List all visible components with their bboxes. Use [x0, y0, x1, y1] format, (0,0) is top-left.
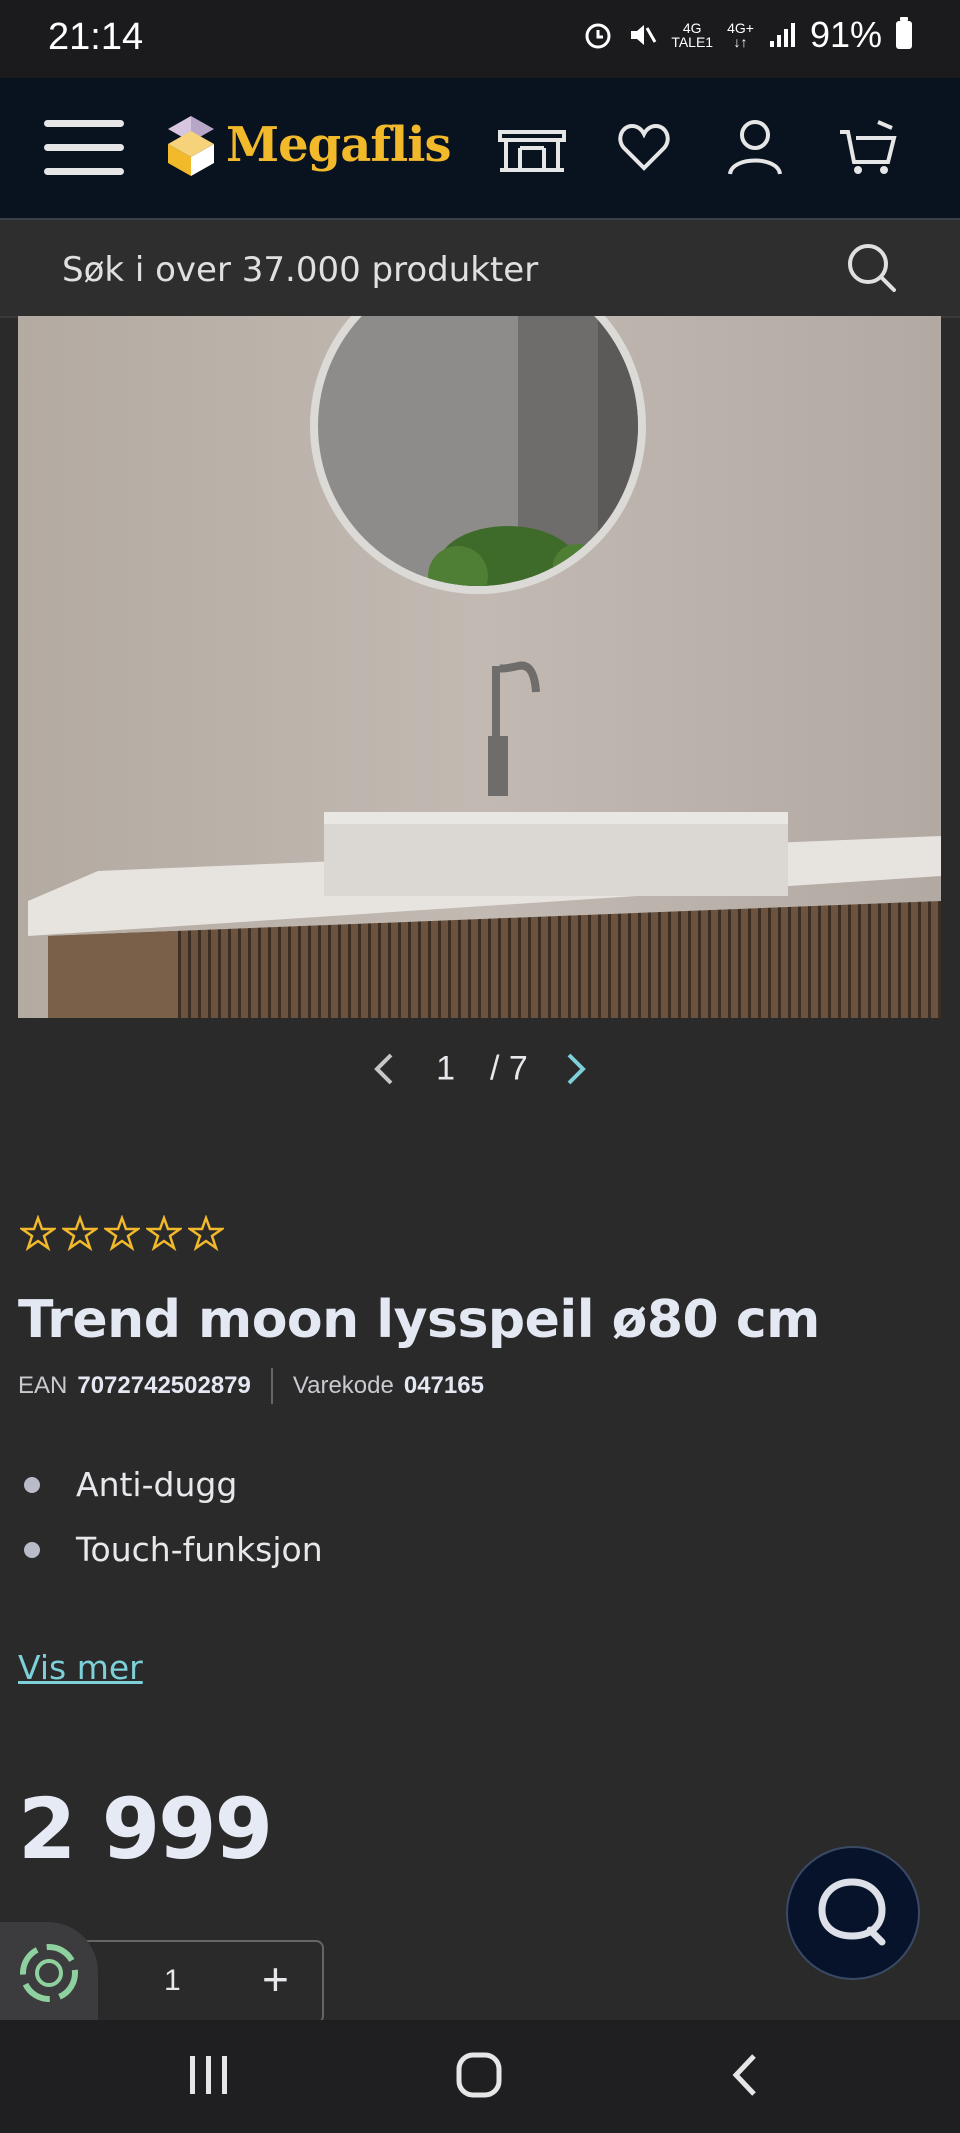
search-icon[interactable]: [844, 240, 900, 296]
feature-text: Touch-funksjon: [76, 1530, 323, 1569]
pager-current: 1: [436, 1049, 456, 1088]
battery-text: 91%: [809, 14, 882, 55]
network-label: 4G: [682, 20, 702, 36]
recycle-icon: [20, 1944, 78, 2002]
gallery-pager: 1 / 7: [0, 1048, 960, 1089]
back-icon[interactable]: [726, 2050, 766, 2100]
battery-icon: [896, 17, 912, 49]
status-bar: 21:14 4G TALE1 4G+ ↓↑ 91%: [0, 0, 960, 78]
eco-badge[interactable]: [0, 1922, 98, 2020]
star-icon: [146, 1215, 182, 1251]
heart-icon[interactable]: [618, 122, 670, 172]
signal-icon: [769, 23, 795, 47]
search-input[interactable]: [60, 244, 824, 296]
status-icons: 4G TALE1 4G+ ↓↑ 91%: [583, 14, 912, 56]
feature-item: Anti-dugg: [18, 1452, 323, 1517]
bullet-icon: [24, 1541, 40, 1558]
quantity-stepper[interactable]: 1 +: [70, 1940, 324, 2024]
data-arrows-icon: ↓↑: [733, 34, 748, 50]
user-icon[interactable]: [726, 118, 784, 176]
star-icon: [20, 1215, 56, 1251]
star-icon: [188, 1215, 224, 1251]
show-more-link[interactable]: Vis mer: [18, 1648, 143, 1687]
network-indicator-1: 4G TALE1: [671, 21, 713, 49]
chevron-left-icon[interactable]: [369, 1049, 399, 1089]
chat-icon: [818, 1878, 886, 1946]
meta-divider: [270, 1368, 273, 1404]
product-meta: EAN 7072742502879 Varekode 047165: [18, 1368, 484, 1404]
feature-item: Touch-funksjon: [18, 1517, 323, 1582]
feature-text: Anti-dugg: [76, 1465, 238, 1504]
product-price: 2 999: [18, 1780, 273, 1878]
pager-separator: /: [490, 1049, 500, 1088]
menu-icon[interactable]: [44, 120, 124, 176]
alarm-icon: [585, 23, 611, 49]
pager-total: 7: [508, 1049, 528, 1088]
ean-value: 7072742502879: [77, 1372, 251, 1399]
network-indicator-2: 4G+ ↓↑: [727, 21, 754, 49]
android-nav-bar: [0, 2020, 960, 2133]
status-time: 21:14: [48, 16, 144, 58]
bullet-icon: [24, 1476, 40, 1493]
feature-list: Anti-dugg Touch-funksjon: [18, 1452, 323, 1582]
site-header: Megaflis: [0, 78, 960, 220]
chat-button[interactable]: [786, 1846, 920, 1980]
product-title: Trend moon lysspeil ø80 cm: [18, 1290, 820, 1350]
network-sub-label: TALE1: [671, 34, 714, 50]
logo-text: Megaflis: [226, 117, 451, 173]
product-image[interactable]: [18, 316, 941, 1018]
quantity-value[interactable]: 1: [164, 1964, 181, 1998]
showroom-icon[interactable]: [496, 128, 568, 172]
code-value: 047165: [403, 1372, 484, 1399]
home-icon[interactable]: [454, 2050, 504, 2100]
rating-stars[interactable]: [20, 1215, 224, 1251]
product-photo: [18, 316, 941, 1018]
logo-mark-icon: [168, 116, 214, 176]
mute-icon: [631, 25, 657, 45]
cart-icon[interactable]: [838, 118, 898, 176]
search-bar: [0, 220, 960, 318]
recent-apps-icon[interactable]: [186, 2050, 232, 2100]
code-label: Varekode: [292, 1372, 394, 1399]
quantity-plus-button[interactable]: +: [262, 1952, 289, 2006]
network-label-2: 4G+: [727, 20, 754, 36]
chevron-right-icon[interactable]: [561, 1049, 591, 1089]
star-icon: [62, 1215, 98, 1251]
ean-label: EAN: [18, 1372, 68, 1399]
logo[interactable]: Megaflis: [166, 114, 451, 176]
star-icon: [104, 1215, 140, 1251]
